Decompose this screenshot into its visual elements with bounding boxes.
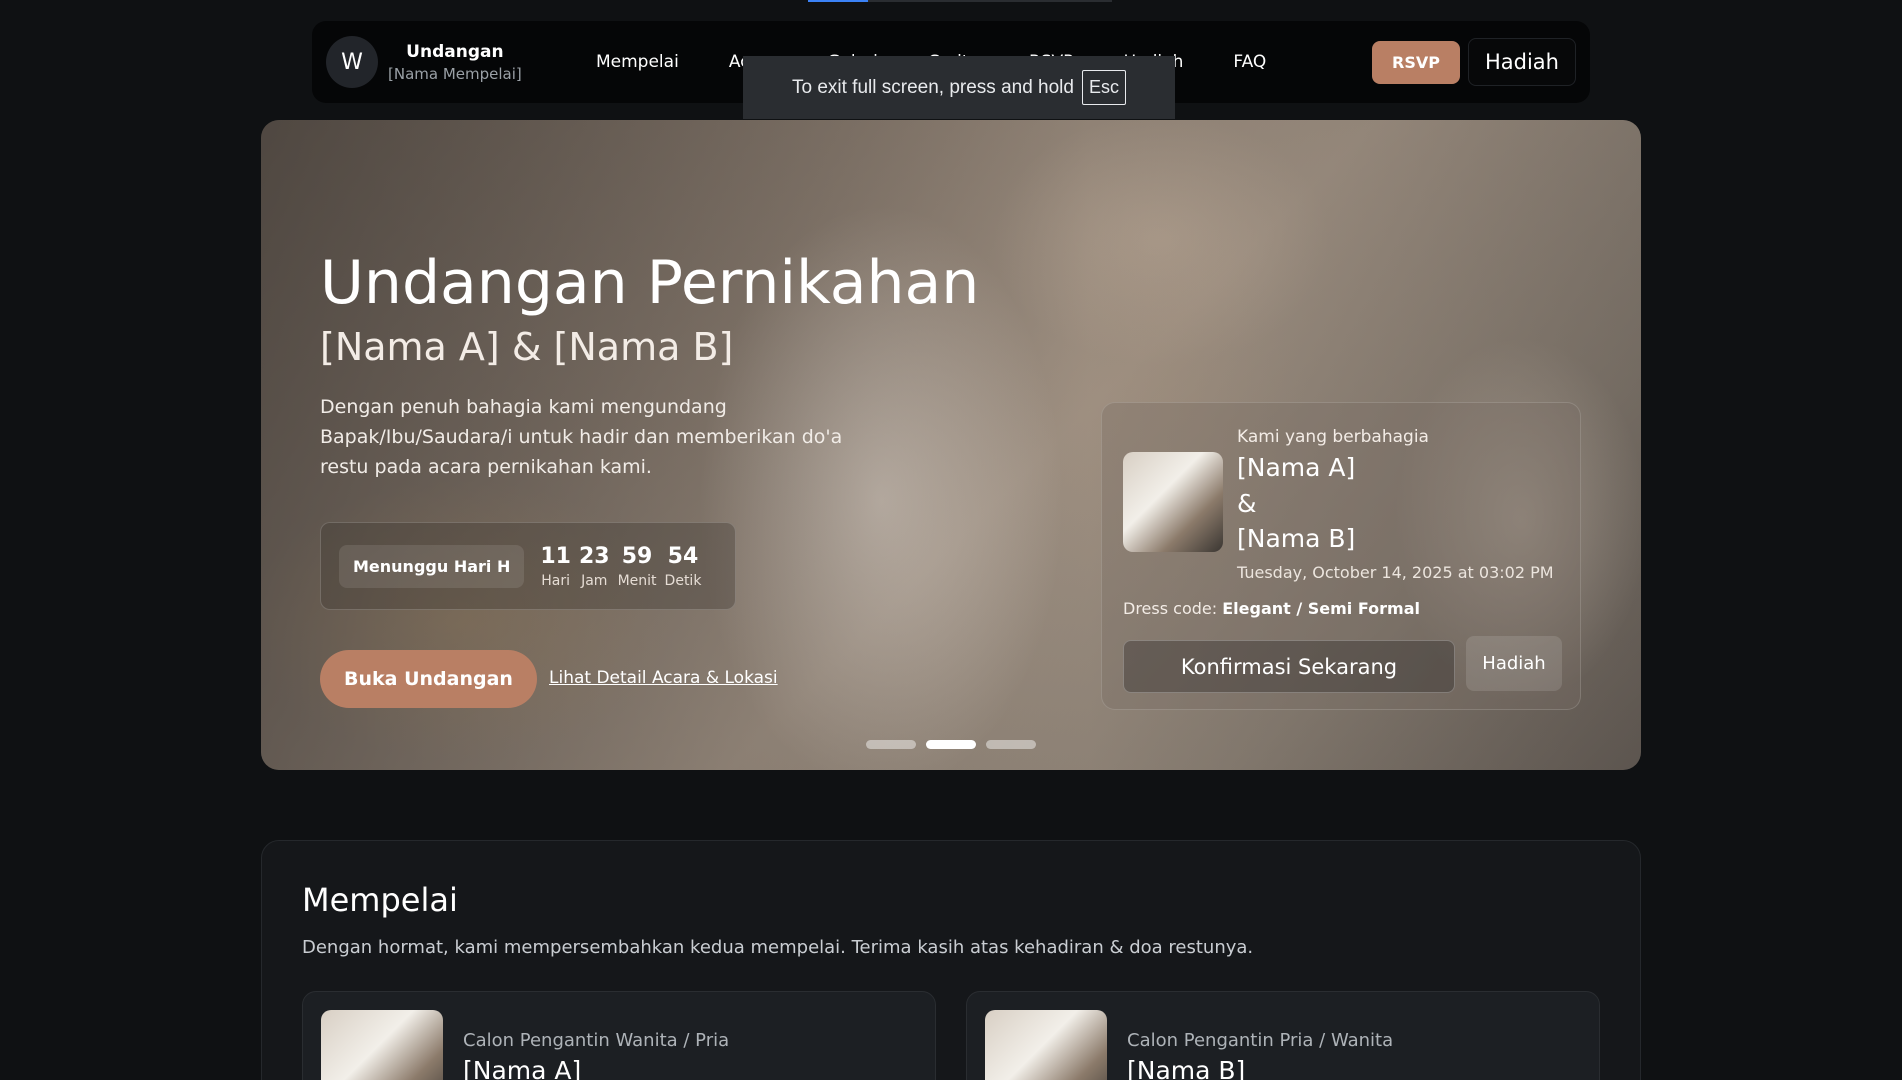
brand-subtitle: [Nama Mempelai] [388,64,522,83]
countdown-hours: 23 Jam [579,544,610,589]
groom-photo [985,1010,1107,1080]
carousel-dot-3[interactable] [986,740,1036,749]
countdown-unit-label: Menit [617,572,657,589]
groom-role: Calon Pengantin Pria / Wanita [1127,1030,1394,1051]
groom-name: [Nama B] [1127,1056,1246,1080]
event-detail-link[interactable]: Lihat Detail Acara & Lokasi [549,668,778,688]
nav-link-faq[interactable]: FAQ [1233,52,1266,72]
hero-description: Dengan penuh bahagia kami mengundang Bap… [320,396,843,478]
section-description: Dengan hormat, kami mempersembahkan kedu… [302,937,1254,958]
nav-actions: RSVP Hadiah [1372,38,1576,86]
top-progress-bar [808,0,1112,2]
info-card-lead: Kami yang berbahagia [1237,427,1429,447]
hero-carousel: Undangan Pernikahan [Nama A] & [Nama B] … [261,120,1641,770]
brand-logo: W [326,36,378,88]
carousel-dot-1[interactable] [866,740,916,749]
hero-title: Undangan Pernikahan [320,248,980,318]
dress-code-value: Elegant / Semi Formal [1222,599,1420,618]
info-card-ampersand: & [1237,489,1257,518]
brand-text: Undangan [Nama Mempelai] [388,42,522,83]
dress-code-label: Dress code: [1123,599,1218,618]
countdown: Menunggu Hari H 11 Hari 23 Jam 59 Menit … [320,522,736,610]
nav-link-mempelai[interactable]: Mempelai [596,52,679,72]
info-card-name-b: [Nama B] [1237,524,1356,553]
countdown-unit-label: Detik [664,572,702,589]
carousel-indicators [866,740,1036,749]
countdown-days: 11 Hari [540,544,571,589]
bride-role: Calon Pengantin Wanita / Pria [463,1030,730,1051]
countdown-label: Menunggu Hari H [339,544,525,588]
mempelai-section: Mempelai Dengan hormat, kami mempersemba… [261,840,1641,1080]
event-datetime: Tuesday, October 14, 2025 at 03:02 PM [1237,563,1554,582]
couple-thumbnail [1123,452,1223,552]
section-title: Mempelai [302,881,458,919]
bride-name: [Nama A] [463,1056,582,1080]
countdown-value: 11 [540,543,571,569]
confirm-now-button[interactable]: Konfirmasi Sekarang [1123,640,1455,693]
groom-card: Calon Pengantin Pria / Wanita [Nama B] [966,991,1600,1080]
hero-couple-names: [Nama A] & [Nama B] [320,325,734,369]
info-card-name-a: [Nama A] [1237,453,1356,482]
countdown-value: 59 [621,543,653,569]
dress-code: Dress code: Elegant / Semi Formal [1123,599,1420,618]
carousel-dot-2[interactable] [926,740,976,749]
countdown-value: 54 [667,543,699,569]
countdown-unit-label: Jam [581,572,608,589]
countdown-seconds: 54 Detik [665,544,702,589]
rsvp-button[interactable]: RSVP [1372,40,1460,84]
esc-key-badge: Esc [1081,70,1126,105]
hadiah-nav-button[interactable]: Hadiah [1467,38,1576,86]
countdown-unit-label: Hari [541,572,571,589]
fullscreen-exit-toast: To exit full screen, press and hold Esc [743,56,1175,119]
hadiah-card-button[interactable]: Hadiah [1466,636,1562,691]
top-progress-fill [808,0,868,2]
bride-photo [321,1010,443,1080]
fullscreen-toast-message: To exit full screen, press and hold [791,76,1074,98]
countdown-value: 23 [578,543,610,569]
open-invitation-button[interactable]: Buka Undangan [320,650,537,708]
brand[interactable]: W Undangan [Nama Mempelai] [326,36,596,88]
brand-title: Undangan [406,41,504,62]
bride-card: Calon Pengantin Wanita / Pria [Nama A] [302,991,936,1080]
couple-info-card: Kami yang berbahagia [Nama A] & [Nama B]… [1101,402,1581,710]
countdown-minutes: 59 Menit [618,544,657,589]
